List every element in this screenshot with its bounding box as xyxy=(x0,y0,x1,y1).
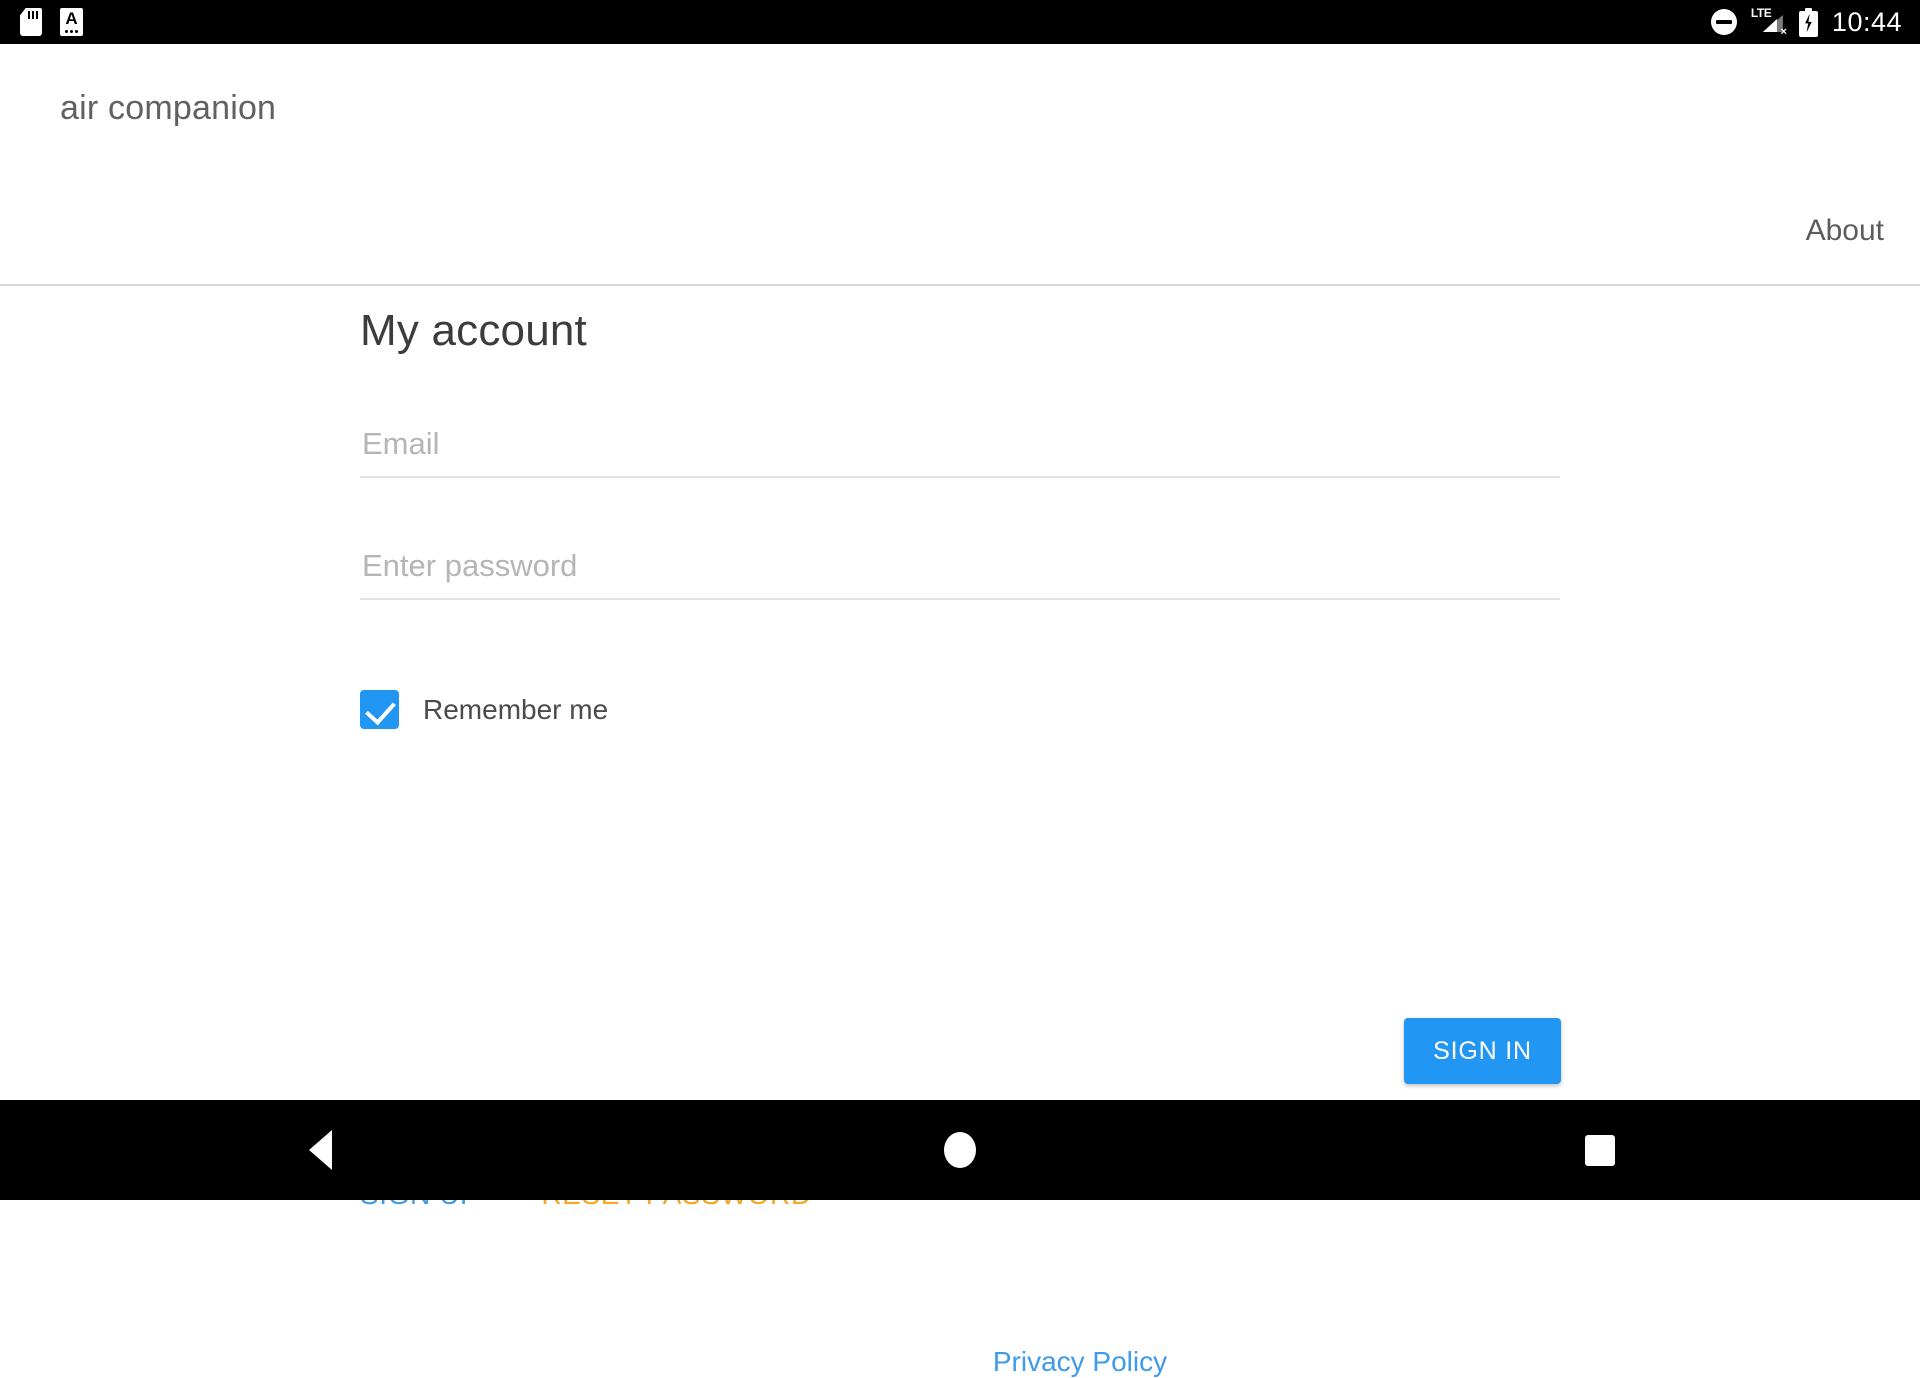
password-input[interactable] xyxy=(360,548,1560,600)
do-not-disturb-icon xyxy=(1711,9,1737,35)
status-bar-right-icons: LTE × 10:44 xyxy=(1711,8,1902,37)
sd-card-icon xyxy=(20,8,42,36)
android-navigation-bar xyxy=(0,1100,1920,1200)
email-input[interactable] xyxy=(360,426,1560,478)
lte-label: LTE xyxy=(1751,7,1771,19)
nav-back-button[interactable] xyxy=(220,1130,420,1170)
app-brand-title: air companion xyxy=(60,89,276,128)
back-icon xyxy=(309,1130,332,1170)
app-header: air companion About xyxy=(0,44,1920,286)
nav-recents-button[interactable] xyxy=(1500,1135,1700,1166)
android-status-bar: A LTE × 10:44 xyxy=(0,0,1920,44)
privacy-policy-link-wrap: Privacy Policy xyxy=(0,1346,1920,1378)
recents-icon xyxy=(1585,1135,1615,1166)
status-bar-left-icons: A xyxy=(20,8,83,36)
status-bar-clock: 10:44 xyxy=(1832,8,1902,36)
nav-home-button[interactable] xyxy=(860,1132,1060,1168)
about-link[interactable]: About xyxy=(1806,214,1884,248)
sign-in-button[interactable]: SIGN IN xyxy=(1404,1018,1561,1084)
battery-charging-icon xyxy=(1799,8,1818,37)
page-title: My account xyxy=(360,306,587,356)
document-a-icon: A xyxy=(60,8,83,36)
password-field-group xyxy=(360,548,1560,600)
remember-me-row[interactable]: Remember me xyxy=(360,690,608,729)
lte-signal-no-service-icon: LTE × xyxy=(1751,8,1785,36)
signal-x-mark: × xyxy=(1780,27,1786,37)
account-form-panel: My account Remember me SIGN IN SIGN UP R… xyxy=(0,286,1920,1100)
home-icon xyxy=(944,1132,976,1168)
email-field-group xyxy=(360,426,1560,478)
document-icon-letter: A xyxy=(60,10,83,28)
remember-me-checkbox[interactable] xyxy=(360,690,399,729)
privacy-policy-link[interactable]: Privacy Policy xyxy=(993,1346,1167,1377)
remember-me-label: Remember me xyxy=(423,694,608,726)
